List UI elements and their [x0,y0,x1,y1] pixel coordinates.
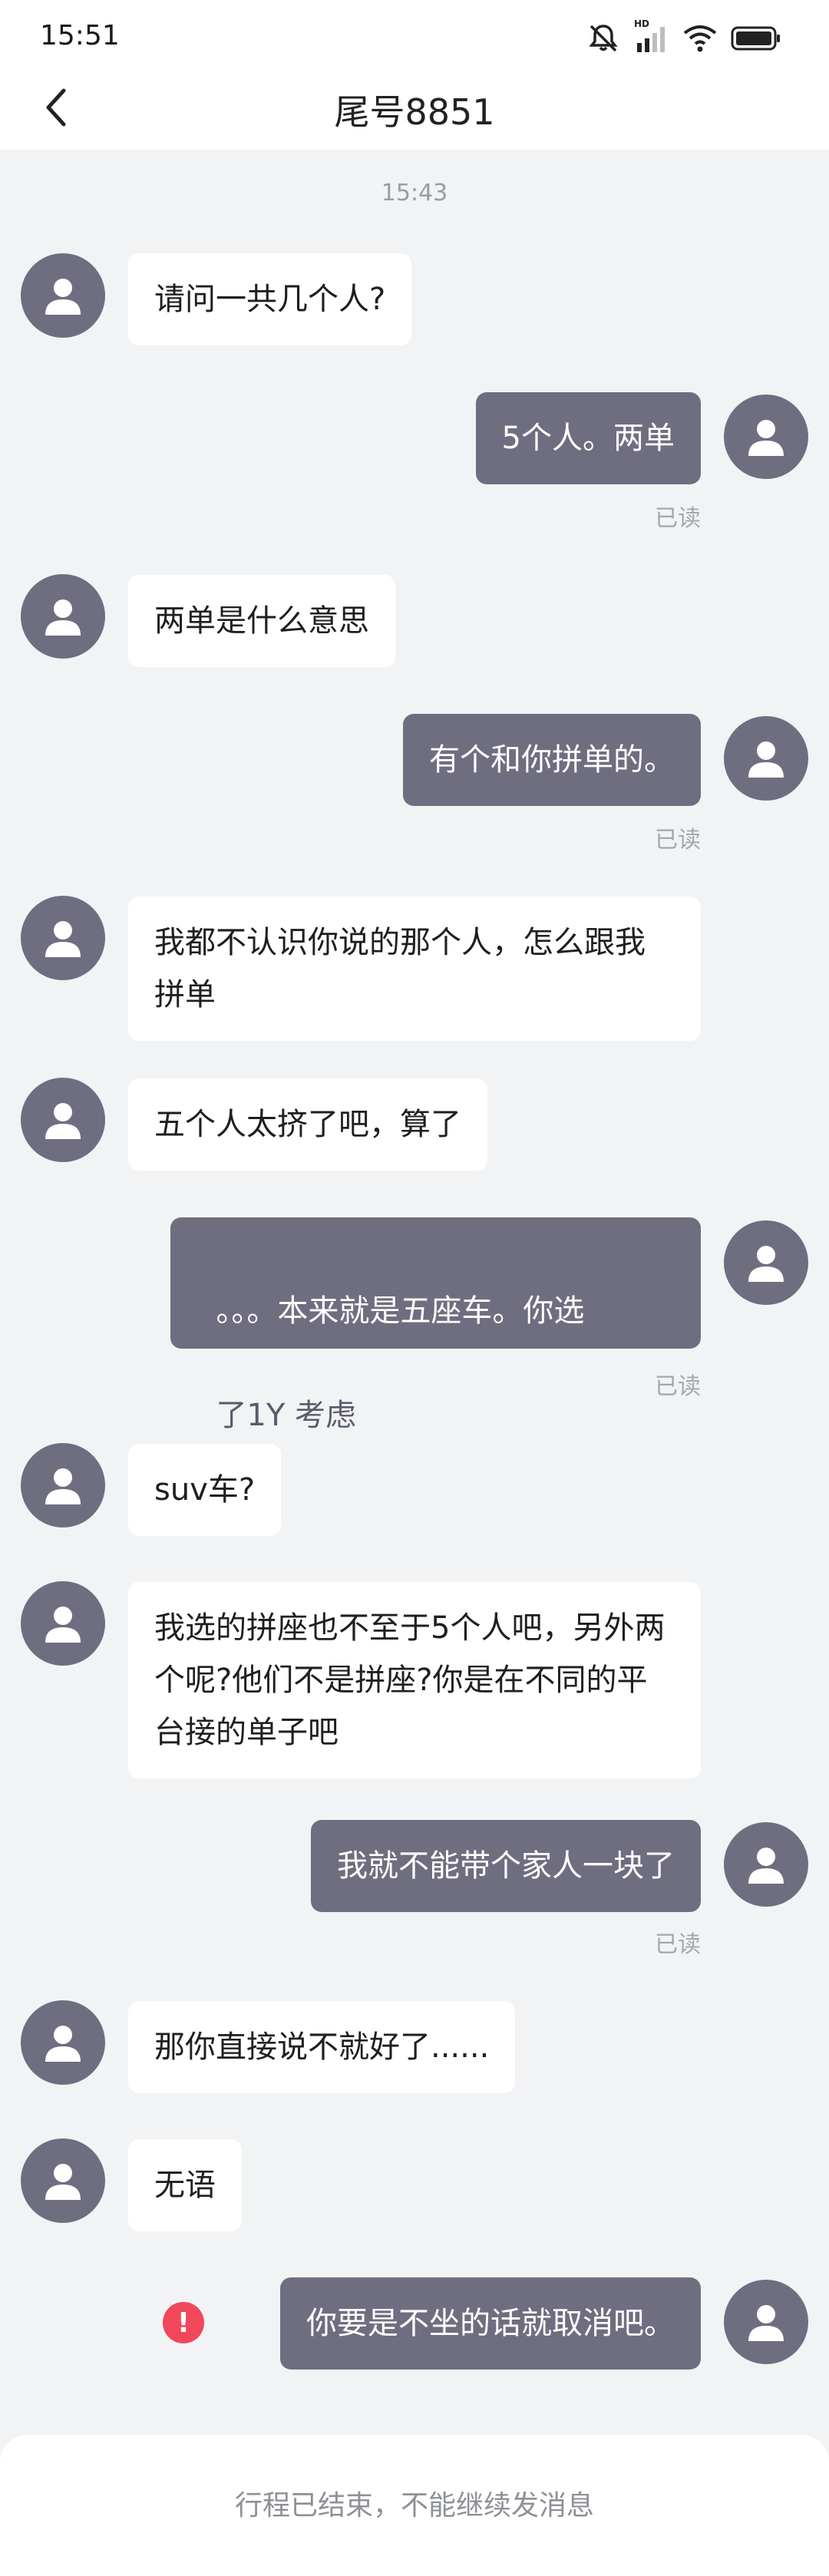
read-receipt: 已读 [655,1931,701,1958]
avatar[interactable] [724,1220,808,1305]
message-timestamp: 15:43 [381,180,448,206]
user-icon [748,2305,784,2341]
hd-label: HD [634,18,650,29]
user-icon [45,1103,81,1139]
signal-hd-icon: HD [634,18,669,54]
battery-icon [731,25,781,51]
avatar[interactable] [724,2280,808,2364]
user-icon [45,921,81,957]
message-bubble-received[interactable]: 我选的拼座也不至于5个人吧，另外两个呢?他们不是拼座?你是在不同的平台接的单子吧 [128,1582,701,1778]
chat-ended-notice: 行程已结束，不能继续发消息 [234,2490,594,2522]
mute-icon [586,23,620,54]
message-bubble-received[interactable]: 无语 [128,2139,242,2231]
message-bubble-sent[interactable]: 。。。本来就是五座车。你选 了1Y 考虑 [170,1217,701,1433]
read-receipt: 已读 [655,505,701,532]
avatar[interactable] [724,1822,808,1907]
user-icon [748,1246,784,1282]
message-text: 。。。本来就是五座车。你选 [216,1293,585,1329]
message-bubble-received[interactable]: 五个人太挤了吧，算了 [128,1078,487,1171]
avatar[interactable] [21,253,105,338]
message-text-faded: 了1Y 考虑 [216,1398,357,1433]
message-bubble-received[interactable]: suv车? [128,1444,282,1536]
message-bubble-received[interactable]: 两单是什么意思 [128,575,395,667]
send-failed-icon[interactable]: ! [163,2302,204,2343]
user-icon [45,1468,81,1504]
user-icon [45,279,81,315]
page-title: 尾号8851 [334,91,495,133]
message-bubble-sent[interactable]: 有个和你拼单的。 [403,714,701,806]
avatar[interactable] [21,896,105,980]
status-time: 15:51 [40,20,120,51]
avatar[interactable] [21,1581,105,1666]
message-bubble-received[interactable]: 那你直接说不就好了...... [128,2001,516,2093]
user-icon [45,2164,81,2200]
avatar[interactable] [21,574,105,659]
avatar[interactable] [724,716,808,801]
avatar[interactable] [724,395,808,479]
top-bar: 15:51 HD 尾号8851 [0,0,829,150]
avatar[interactable] [21,2138,105,2223]
user-icon [45,2026,81,2062]
wifi-icon [683,24,717,53]
footer-bar: 行程已结束，不能继续发消息 [0,2435,829,2576]
message-bubble-sent[interactable]: 5个人。两单 [475,392,701,484]
message-bubble-received[interactable]: 我都不认识你说的那个人，怎么跟我拼单 [128,897,701,1041]
message-bubble-received[interactable]: 请问一共几个人? [128,253,412,345]
user-icon [748,1848,784,1884]
user-icon [748,741,784,778]
user-icon [748,420,784,456]
avatar[interactable] [21,2000,105,2085]
status-icons: HD [586,18,781,55]
message-bubble-sent[interactable]: 你要是不坐的话就取消吧。 [280,2277,701,2370]
message-bubble-sent[interactable]: 我就不能带个家人一块了 [311,1820,701,1912]
avatar[interactable] [21,1443,105,1527]
user-icon [45,1607,81,1643]
avatar[interactable] [21,1078,105,1162]
read-receipt: 已读 [655,1373,701,1400]
user-icon [45,599,81,636]
read-receipt: 已读 [655,827,701,854]
